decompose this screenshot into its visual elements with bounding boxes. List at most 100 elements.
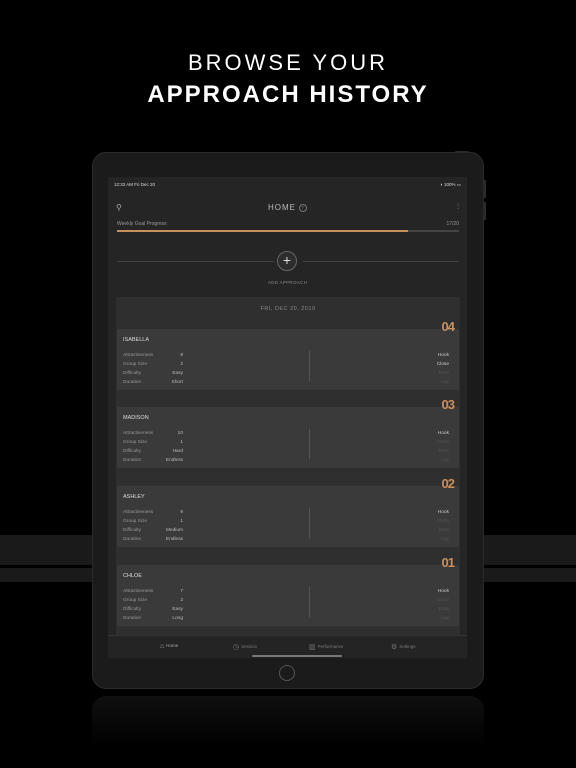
approach-name: ISABELLA — [123, 337, 149, 343]
field-value: 2 — [180, 362, 183, 367]
approach-field-row: Attractiveness 10 — [123, 431, 183, 436]
tab-performance[interactable]: ▥ Performance — [309, 643, 343, 651]
approach-field-row: Duration Long — [123, 616, 183, 621]
headline-line-1: BROWSE YOUR — [187, 50, 389, 75]
divider-left — [117, 261, 274, 262]
clock-icon: ◷ — [233, 644, 240, 651]
approach-history-panel: FRI, DEC 20, 2019 04 ISABELLA Attractivene… — [116, 297, 460, 637]
field-label: Duration — [123, 537, 142, 542]
stage-lay: Lay — [441, 616, 449, 621]
approach-name: CHLOE — [123, 573, 142, 579]
field-label: Group Size — [123, 519, 147, 524]
goal-progress-fill — [117, 230, 408, 232]
stage-hook: Hook — [437, 510, 449, 515]
approach-number: 02 — [441, 476, 456, 491]
stage-close: Close — [436, 362, 449, 367]
approach-number: 01 — [441, 555, 456, 570]
add-approach-button[interactable]: + — [277, 251, 297, 271]
card-divider — [309, 508, 310, 538]
approach-number: 04 — [441, 319, 456, 334]
tab-label: Settings — [399, 644, 416, 649]
stage-date: Date — [438, 371, 449, 376]
app-screen: 12:33 AM Fri Dec 20 ◗ 100% ▭ ⚲ HOME? ⫶ W… — [108, 177, 467, 658]
field-value: 1 — [180, 440, 183, 445]
approach-field-row: Group Size 2 — [123, 598, 183, 603]
approach-field-row: Group Size 2 — [123, 362, 183, 367]
field-label: Attractiveness — [123, 510, 154, 515]
stage-date: Date — [438, 449, 449, 454]
tab-home[interactable]: ⌂ Home — [160, 643, 178, 650]
card-divider — [309, 351, 310, 381]
status-bar: 12:33 AM Fri Dec 20 ◗ 100% ▭ — [114, 182, 461, 190]
approach-field-row: Attractiveness 8 — [123, 353, 183, 358]
filter-icon[interactable]: ⫶ — [457, 202, 459, 212]
field-value: 7 — [180, 589, 183, 594]
stage-close: Close — [436, 440, 449, 445]
device-home-button[interactable] — [279, 665, 295, 681]
field-label: Group Size — [123, 362, 147, 367]
approach-number: 03 — [441, 397, 456, 412]
device-reflection — [92, 696, 484, 746]
field-label: Duration — [123, 616, 142, 621]
top-nav-bar: ⚲ HOME? ⫶ — [108, 201, 467, 215]
approach-field-row: Difficulty Easy — [123, 371, 183, 376]
field-label: Difficulty — [123, 607, 142, 612]
history-date-header: FRI, DEC 20, 2019 — [260, 306, 316, 312]
page-title-text: HOME — [268, 203, 296, 212]
goal-progress-bar — [117, 230, 459, 232]
headline-line-2: APPROACH HISTORY — [147, 81, 429, 108]
home-icon: ⌂ — [160, 643, 165, 650]
tab-session[interactable]: ◷ Session — [233, 643, 257, 651]
card-divider — [309, 429, 310, 459]
home-indicator — [252, 655, 342, 657]
tab-label: Home — [166, 643, 179, 648]
approach-field-row: Difficulty Medium — [123, 528, 183, 533]
stage-close: Close — [436, 519, 449, 524]
page-title: HOME? — [108, 203, 467, 212]
tab-label: Session — [241, 644, 258, 649]
field-label: Difficulty — [123, 449, 142, 454]
approach-field-row: Duration Endless — [123, 537, 183, 542]
field-label: Attractiveness — [123, 431, 154, 436]
field-value: Endless — [165, 458, 183, 463]
help-icon[interactable]: ? — [299, 204, 307, 212]
stage-lay: Lay — [441, 380, 449, 385]
field-label: Difficulty — [123, 371, 142, 376]
approach-field-row: Group Size 1 — [123, 440, 183, 445]
approach-name: ASHLEY — [123, 494, 145, 500]
battery-level: 100% — [443, 182, 456, 187]
chart-icon: ▥ — [309, 644, 316, 651]
field-value: 1 — [180, 519, 183, 524]
add-approach-label[interactable]: ADD APPROACH — [108, 280, 467, 285]
stage-hook: Hook — [437, 353, 449, 358]
tab-settings[interactable]: ⚙ Settings — [391, 643, 416, 651]
approach-field-row: Difficulty Hard — [123, 449, 183, 454]
field-value: Short — [171, 380, 183, 385]
field-value: 10 — [177, 431, 183, 436]
field-value: Medium — [165, 528, 183, 533]
gear-icon: ⚙ — [391, 644, 398, 651]
device-side-button — [483, 180, 486, 198]
approach-name: MADISON — [123, 415, 149, 421]
approach-card[interactable]: 04 ISABELLA Attractiveness 8 Group Size 2 Diff… — [117, 319, 459, 390]
approach-card[interactable]: 03 MADISON Attractiveness 10 Group Size 1 Diff… — [117, 397, 459, 468]
field-value: 9 — [180, 510, 183, 515]
field-value: Endless — [165, 537, 183, 542]
field-label: Duration — [123, 458, 142, 463]
status-battery: ◗ 100% ▭ — [440, 182, 461, 187]
field-value: 2 — [180, 598, 183, 603]
card-divider — [309, 587, 310, 617]
field-label: Duration — [123, 380, 142, 385]
approach-field-row: Duration Endless — [123, 458, 183, 463]
field-value: 8 — [180, 353, 183, 358]
stage-close: Close — [436, 598, 449, 603]
approach-card[interactable]: 01 CHLOE Attractiveness 7 Group Size 2 Difficu… — [117, 555, 459, 626]
approach-field-row: Attractiveness 7 — [123, 589, 183, 594]
field-label: Difficulty — [123, 528, 142, 533]
approach-card[interactable]: 02 ASHLEY Attractiveness 9 Group Size 1 Diffic… — [117, 476, 459, 547]
approach-field-row: Group Size 1 — [123, 519, 183, 524]
field-value: Easy — [172, 371, 183, 376]
status-time: 12:33 AM Fri Dec 20 — [114, 182, 156, 187]
field-label: Attractiveness — [123, 589, 154, 594]
approach-field-row: Difficulty Easy — [123, 607, 183, 612]
